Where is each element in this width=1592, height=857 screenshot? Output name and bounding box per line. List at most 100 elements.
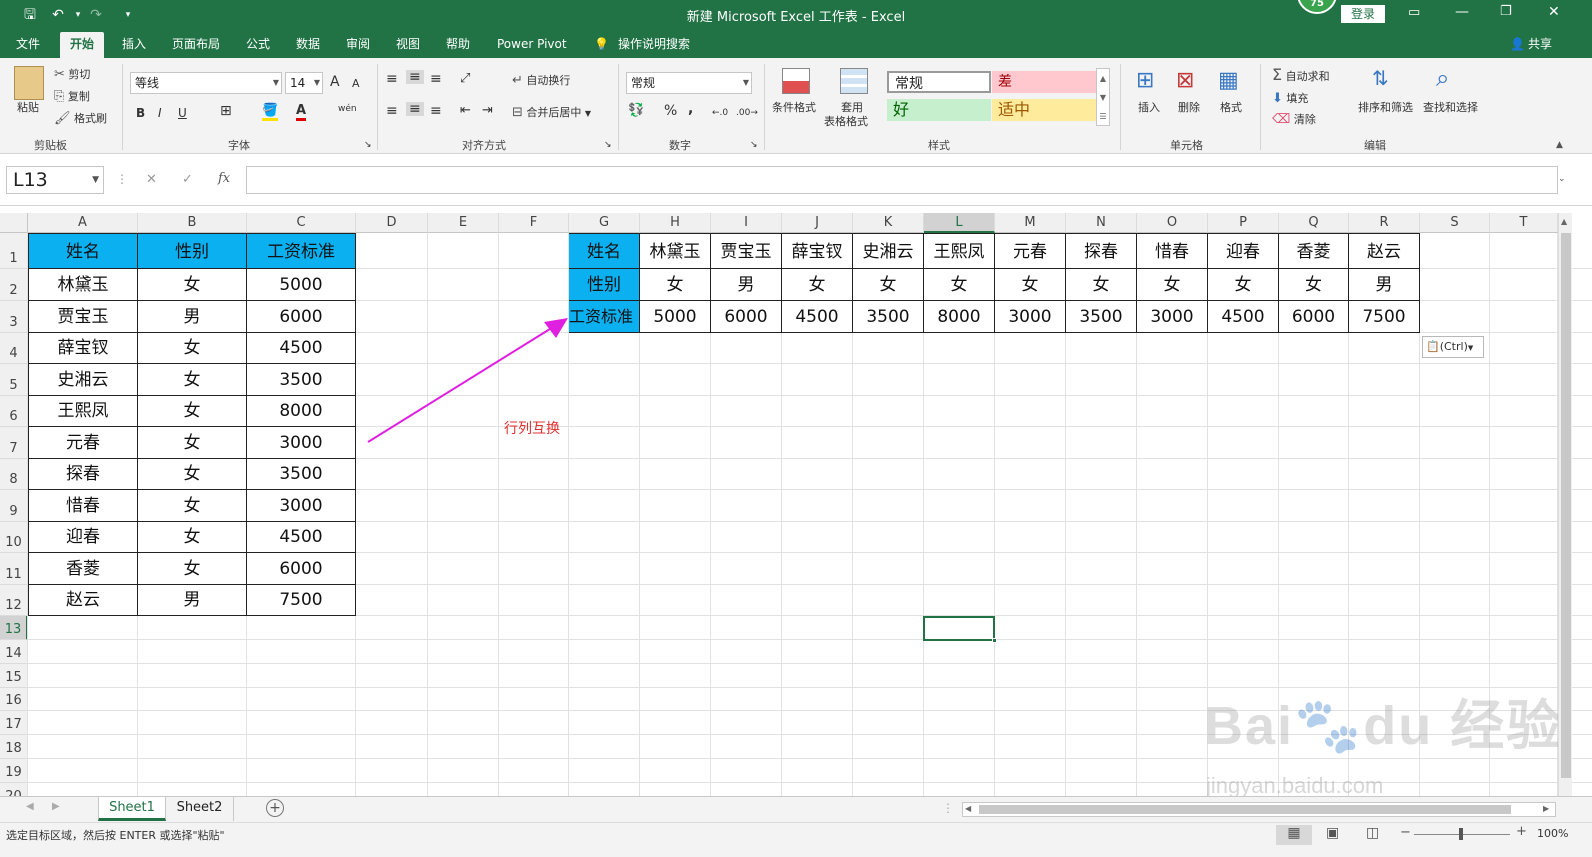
transposed-gender-cell[interactable]: 男 bbox=[1349, 269, 1420, 301]
row-header-13[interactable]: 13 bbox=[0, 616, 28, 640]
source-data-cell[interactable]: 4500 bbox=[247, 333, 356, 364]
style-neutral[interactable]: 适中 bbox=[992, 99, 1096, 121]
increase-indent-icon[interactable]: ⇥ bbox=[482, 104, 493, 118]
column-header-i[interactable]: I bbox=[711, 213, 782, 233]
transposed-gender-cell[interactable]: 女 bbox=[640, 269, 711, 301]
transposed-salary-cell[interactable]: 4500 bbox=[1208, 301, 1279, 333]
row-header-5[interactable]: 5 bbox=[0, 364, 28, 396]
source-data-cell[interactable]: 女 bbox=[138, 490, 247, 522]
comma-button[interactable]: , bbox=[688, 102, 693, 116]
expand-formula-icon[interactable]: ⌄ bbox=[1558, 174, 1566, 184]
row-header-14[interactable]: 14 bbox=[0, 640, 28, 664]
source-data-cell[interactable]: 5000 bbox=[247, 269, 356, 301]
zoom-in-icon[interactable]: + bbox=[1516, 824, 1527, 839]
source-data-cell[interactable]: 女 bbox=[138, 364, 247, 396]
table-format-label-1[interactable]: 套用 bbox=[841, 101, 863, 115]
column-header-m[interactable]: M bbox=[995, 213, 1066, 233]
scroll-left-icon[interactable]: ◀ bbox=[965, 804, 971, 813]
decrease-indent-icon[interactable]: ⇤ bbox=[460, 104, 471, 118]
transposed-salary-cell[interactable]: 3500 bbox=[1066, 301, 1137, 333]
transposed-name-cell[interactable]: 探春 bbox=[1066, 233, 1137, 269]
transposed-salary-cell[interactable]: 6000 bbox=[1279, 301, 1349, 333]
align-center-icon[interactable]: ≡ bbox=[406, 102, 424, 116]
find-select-button[interactable]: 查找和选择 bbox=[1423, 101, 1478, 115]
row-header-20[interactable]: 20 bbox=[0, 783, 28, 796]
paste-icon[interactable] bbox=[14, 66, 44, 100]
source-data-cell[interactable]: 7500 bbox=[247, 585, 356, 616]
source-data-cell[interactable]: 女 bbox=[138, 553, 247, 585]
source-data-cell[interactable]: 元春 bbox=[28, 427, 138, 459]
orientation-icon[interactable]: ⤢ bbox=[460, 72, 470, 86]
column-header-q[interactable]: Q bbox=[1279, 213, 1349, 233]
style-bad[interactable]: 差 bbox=[992, 71, 1096, 93]
zoom-out-icon[interactable]: − bbox=[1400, 825, 1411, 840]
transposed-name-cell[interactable]: 迎春 bbox=[1208, 233, 1279, 269]
column-header-b[interactable]: B bbox=[138, 213, 247, 233]
enter-icon[interactable]: ✓ bbox=[182, 172, 193, 187]
tab-view[interactable]: 视图 bbox=[396, 36, 420, 58]
sheet-tab-sheet1[interactable]: Sheet1 bbox=[98, 797, 166, 821]
source-data-cell[interactable]: 4500 bbox=[247, 522, 356, 553]
row-header-15[interactable]: 15 bbox=[0, 664, 28, 688]
transposed-gender-cell[interactable]: 女 bbox=[853, 269, 924, 301]
tab-split-handle[interactable]: ⋮ bbox=[942, 801, 954, 815]
tab-page-layout[interactable]: 页面布局 bbox=[172, 36, 220, 58]
column-header-a[interactable]: A bbox=[28, 213, 138, 233]
delete-cells-button[interactable]: 删除 bbox=[1178, 101, 1200, 115]
transposed-gender-cell[interactable]: 女 bbox=[782, 269, 853, 301]
decrease-decimal-icon[interactable]: .00→ bbox=[736, 106, 758, 120]
transposed-salary-cell[interactable]: 5000 bbox=[640, 301, 711, 333]
login-button[interactable]: 登录 bbox=[1341, 5, 1385, 23]
font-size-combo[interactable]: 14 ▼ bbox=[285, 72, 323, 94]
column-header-g[interactable]: G bbox=[569, 213, 640, 233]
row-header-18[interactable]: 18 bbox=[0, 735, 28, 759]
vertical-scroll-thumb[interactable] bbox=[1561, 233, 1571, 778]
source-data-cell[interactable]: 香菱 bbox=[28, 553, 138, 585]
source-header-cell[interactable]: 姓名 bbox=[28, 233, 138, 269]
prev-sheet-icon[interactable]: ◀ bbox=[26, 801, 34, 812]
wrap-text-button[interactable]: 自动换行 bbox=[526, 74, 570, 87]
column-header-r[interactable]: R bbox=[1349, 213, 1420, 233]
borders-icon[interactable]: ⊞ bbox=[220, 104, 232, 118]
source-data-cell[interactable]: 3000 bbox=[247, 490, 356, 522]
source-data-cell[interactable]: 8000 bbox=[247, 396, 356, 427]
column-header-e[interactable]: E bbox=[428, 213, 499, 233]
row-header-17[interactable]: 17 bbox=[0, 711, 28, 735]
transposed-salary-cell[interactable]: 8000 bbox=[924, 301, 995, 333]
transposed-salary-cell[interactable]: 3000 bbox=[1137, 301, 1208, 333]
clear-button[interactable]: 清除 bbox=[1294, 113, 1316, 126]
source-data-cell[interactable]: 男 bbox=[138, 585, 247, 616]
row-header-10[interactable]: 10 bbox=[0, 522, 28, 553]
vertical-scrollbar[interactable]: ▲ bbox=[1558, 213, 1572, 796]
column-header-f[interactable]: F bbox=[499, 213, 569, 233]
align-top-icon[interactable]: ≡ bbox=[386, 72, 398, 86]
column-header-s[interactable]: S bbox=[1420, 213, 1490, 233]
source-data-cell[interactable]: 探春 bbox=[28, 459, 138, 490]
source-data-cell[interactable]: 6000 bbox=[247, 301, 356, 333]
source-data-cell[interactable]: 3500 bbox=[247, 459, 356, 490]
name-box[interactable]: L13 ▼ bbox=[6, 166, 104, 194]
zoom-level[interactable]: 100% bbox=[1537, 827, 1568, 840]
source-data-cell[interactable]: 6000 bbox=[247, 553, 356, 585]
source-data-cell[interactable]: 女 bbox=[138, 396, 247, 427]
transposed-gender-cell[interactable]: 女 bbox=[1066, 269, 1137, 301]
shrink-font-button[interactable]: A bbox=[352, 77, 360, 91]
minimize-icon[interactable]: — bbox=[1455, 4, 1469, 20]
page-break-view-icon[interactable]: ◫ bbox=[1366, 825, 1379, 841]
conditional-format-button[interactable]: 条件格式 bbox=[772, 101, 816, 115]
tab-power-pivot[interactable]: Power Pivot bbox=[497, 36, 567, 58]
sort-filter-button[interactable]: 排序和筛选 bbox=[1358, 101, 1413, 115]
tab-formulas[interactable]: 公式 bbox=[246, 36, 270, 58]
source-data-cell[interactable]: 女 bbox=[138, 522, 247, 553]
spreadsheet-grid[interactable]: ABCDEFGHIJKLMNOPQRST 1 2 3 4 5 6 7 8 9 10 11 12 13 14… bbox=[0, 213, 1592, 796]
source-data-cell[interactable]: 王熙凤 bbox=[28, 396, 138, 427]
align-bottom-icon[interactable]: ≡ bbox=[430, 72, 442, 86]
transposed-gender-cell[interactable]: 女 bbox=[995, 269, 1066, 301]
chevron-down-icon[interactable]: ▼ bbox=[585, 109, 591, 118]
scroll-up-icon[interactable]: ▲ bbox=[1561, 217, 1567, 226]
source-data-cell[interactable]: 林黛玉 bbox=[28, 269, 138, 301]
column-header-o[interactable]: O bbox=[1137, 213, 1208, 233]
source-header-cell[interactable]: 性别 bbox=[138, 233, 247, 269]
transposed-gender-cell[interactable]: 女 bbox=[924, 269, 995, 301]
column-header-t[interactable]: T bbox=[1490, 213, 1558, 233]
